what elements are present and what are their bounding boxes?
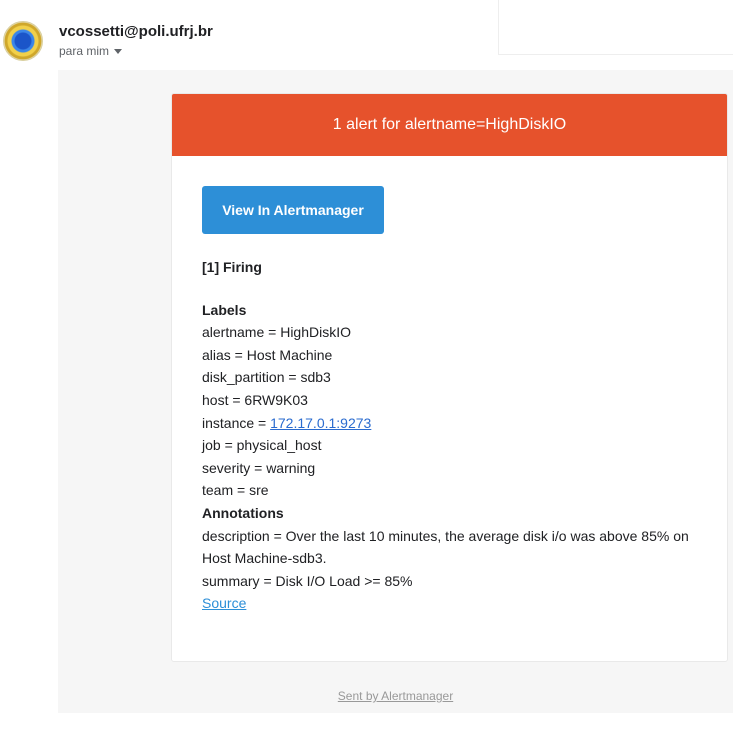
recipient-label: para mim xyxy=(59,44,110,58)
source-link[interactable]: Source xyxy=(202,595,246,611)
annotations-heading: Annotations xyxy=(202,504,284,521)
label-alertname: alertname = HighDiskIO xyxy=(202,324,352,341)
annotation-description: description = Over the last 10 minutes, … xyxy=(202,527,689,567)
label-disk-partition: disk_partition = sdb3 xyxy=(202,369,331,386)
view-in-alertmanager-button[interactable]: View In Alertmanager xyxy=(202,186,384,234)
label-team: team = sre xyxy=(202,482,269,499)
label-instance: instance = 172.17.0.1:9273 xyxy=(202,412,712,435)
sender-email[interactable]: vcossetti@poli.ufrj.br xyxy=(59,23,213,40)
firing-label: [1] Firing xyxy=(202,259,262,275)
alert-title: 1 alert for alertname=HighDiskIO xyxy=(332,116,567,133)
label-alias: alias = Host Machine xyxy=(202,346,333,363)
alert-details: [1] Firing Labels alertname = HighDiskIO… xyxy=(202,256,712,615)
instance-prefix: instance = xyxy=(202,414,271,431)
recipient-dropdown[interactable]: para mim xyxy=(59,44,123,58)
footer: Sent by Alertmanager xyxy=(58,689,733,703)
label-job: job = physical_host xyxy=(202,437,322,454)
sent-by-alertmanager-link[interactable]: Sent by Alertmanager xyxy=(338,689,453,703)
annotation-summary: summary = Disk I/O Load >= 85% xyxy=(202,572,413,589)
alert-card: 1 alert for alertname=HighDiskIO View In… xyxy=(171,93,728,662)
alert-header: 1 alert for alertname=HighDiskIO xyxy=(172,94,727,156)
top-right-panel xyxy=(498,0,733,55)
caret-down-icon[interactable] xyxy=(114,49,123,55)
sender-avatar[interactable] xyxy=(3,21,43,61)
instance-link[interactable]: 172.17.0.1:9273 xyxy=(270,415,371,431)
label-severity: severity = warning xyxy=(202,459,316,476)
labels-heading: Labels xyxy=(202,301,247,318)
label-host: host = 6RW9K03 xyxy=(202,391,308,408)
